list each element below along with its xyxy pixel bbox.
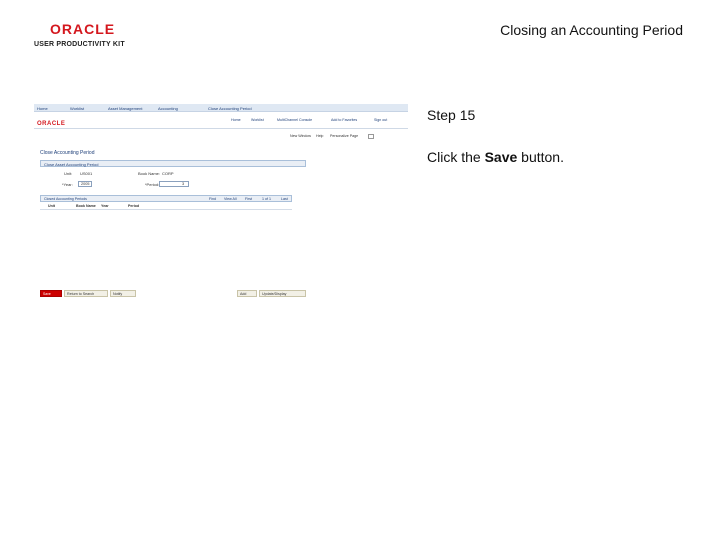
notify-button[interactable]: Notify <box>110 290 136 297</box>
help-link[interactable]: Help <box>316 134 323 138</box>
link-home[interactable]: Home <box>231 118 241 122</box>
col-book-name: Book Name <box>76 204 96 208</box>
section-header: Close Asset Accounting Period <box>40 160 306 167</box>
toolbar-box-icon[interactable] <box>368 134 374 139</box>
grid-find-link[interactable]: Find <box>209 197 216 201</box>
save-button[interactable]: Save <box>40 290 62 297</box>
step-instruction: Click the Save button. <box>427 149 564 165</box>
page-heading: Close Accounting Period <box>40 150 95 156</box>
breadcrumb-worklist[interactable]: Worklist <box>70 106 84 111</box>
book-label: Book Name: <box>138 171 161 176</box>
step-label: Step 15 <box>427 107 476 123</box>
application-screenshot: Home Worklist Asset Management Accountin… <box>34 104 408 300</box>
grid-last-link[interactable]: Last <box>281 197 288 201</box>
oracle-logo-text: ORACLE <box>50 21 116 37</box>
breadcrumb-asset-management[interactable]: Asset Management <box>108 106 142 111</box>
breadcrumb-home[interactable]: Home <box>37 106 48 111</box>
update-display-button[interactable]: Update/Display <box>259 290 306 297</box>
link-worklist[interactable]: Worklist <box>251 118 264 122</box>
new-window-link[interactable]: New Window <box>290 134 311 138</box>
link-multichannel[interactable]: MultiChannel Console <box>277 118 312 122</box>
link-favorites[interactable]: Add to Favorites <box>331 118 357 122</box>
link-sign-out[interactable]: Sign out <box>374 118 387 122</box>
period-input[interactable]: 3 <box>159 181 189 187</box>
breadcrumb-accounting[interactable]: Accounting <box>158 106 178 111</box>
grid-title: Closed Accounting Periods <box>44 197 87 201</box>
instruction-emphasis: Save <box>484 149 518 165</box>
oracle-upk-logo: ORACLE USER PRODUCTIVITY KIT <box>34 21 125 49</box>
upk-logo-text: USER PRODUCTIVITY KIT <box>34 41 125 48</box>
period-label: *Period: <box>145 182 160 187</box>
unit-value: US001 <box>80 171 93 176</box>
page-title: Closing an Accounting Period <box>500 22 683 38</box>
grid-count: 1 of 1 <box>262 197 271 201</box>
personalize-link[interactable]: Personalize Page <box>330 134 358 138</box>
breadcrumb-bar: Home Worklist Asset Management Accountin… <box>34 104 408 112</box>
grid-first-link[interactable]: First <box>245 197 252 201</box>
return-to-search-button[interactable]: Return to Search <box>64 290 108 297</box>
unit-label: Unit: <box>64 171 73 176</box>
col-unit: Unit <box>48 204 55 208</box>
col-year: Year <box>101 204 109 208</box>
col-period: Period <box>128 204 140 208</box>
year-input[interactable]: 2005 <box>78 181 92 187</box>
section-title: Close Asset Accounting Period <box>44 162 99 167</box>
breadcrumb-close-period[interactable]: Close Accounting Period <box>208 106 252 111</box>
header-links: Home Worklist MultiChannel Console Add t… <box>229 118 408 124</box>
grid-header: Closed Accounting Periods Find View All … <box>40 195 292 202</box>
year-label: *Year: <box>62 182 73 187</box>
add-button[interactable]: Add <box>237 290 257 297</box>
grid-view-all-link[interactable]: View All <box>224 197 237 201</box>
grid-column-headers: Unit Book Name Year Period <box>40 203 292 210</box>
mini-oracle-logo: ORACLE <box>37 121 66 127</box>
book-value: CORP <box>162 171 174 176</box>
header-divider <box>34 128 408 129</box>
